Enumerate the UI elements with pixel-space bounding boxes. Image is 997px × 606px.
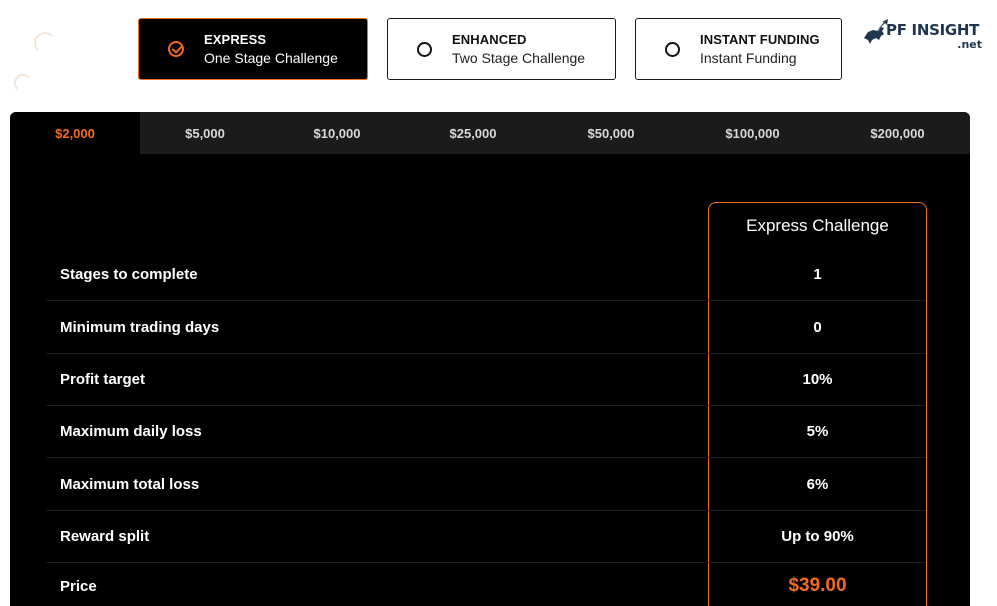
row-label: Stages to complete — [60, 266, 198, 283]
row-value: 6% — [806, 476, 829, 493]
row-label: Reward split — [60, 528, 150, 545]
table-row: Stages to complete 1 — [46, 249, 926, 301]
plan-express-card[interactable]: EXPRESS One Stage Challenge — [138, 18, 368, 80]
tab-200000[interactable]: $200,000 — [825, 112, 970, 154]
tab-50000[interactable]: $50,000 — [542, 112, 680, 154]
page: EXPRESS One Stage Challenge ENHANCED Two… — [0, 0, 997, 606]
table-row: Maximum daily loss 5% — [46, 406, 926, 458]
row-label: Maximum total loss — [60, 476, 200, 493]
account-size-tabs: $2,000 $5,000 $10,000 $25,000 $50,000 $1… — [10, 112, 970, 154]
column-title: Express Challenge — [746, 216, 889, 235]
plan-subtitle: Instant Funding — [700, 50, 797, 66]
pf-insight-logo: PF INSIGHT .net — [862, 18, 990, 52]
row-label: Price — [60, 577, 97, 595]
logo-domain-text: .net — [957, 38, 982, 51]
tab-100000[interactable]: $100,000 — [680, 112, 825, 154]
table-row: Reward split Up to 90% — [46, 511, 926, 563]
tab-2000[interactable]: $2,000 — [10, 112, 140, 154]
plan-instant-funding-card[interactable]: INSTANT FUNDING Instant Funding — [635, 18, 842, 80]
row-value: Up to 90% — [781, 528, 854, 545]
decorative-arc — [34, 32, 56, 54]
table-row-price: Price $39.00 — [46, 560, 926, 606]
logo-brand-text: PF INSIGHT — [886, 21, 980, 39]
table-row: Profit target 10% — [46, 354, 926, 406]
tab-10000[interactable]: $10,000 — [270, 112, 404, 154]
table-row: Minimum trading days 0 — [46, 302, 926, 354]
row-value: 10% — [802, 371, 833, 388]
price-value: $39.00 — [788, 575, 847, 596]
pricing-panel: $2,000 $5,000 $10,000 $25,000 $50,000 $1… — [10, 112, 970, 606]
row-label: Profit target — [60, 371, 146, 388]
tab-5000[interactable]: $5,000 — [140, 112, 270, 154]
table-row: Maximum total loss 6% — [46, 459, 926, 511]
decorative-arc — [14, 74, 32, 92]
plan-subtitle: One Stage Challenge — [204, 50, 338, 66]
plan-title: EXPRESS — [204, 32, 267, 47]
tab-25000[interactable]: $25,000 — [404, 112, 542, 154]
row-value: 5% — [806, 423, 829, 440]
plan-subtitle: Two Stage Challenge — [452, 50, 586, 66]
row-label: Maximum daily loss — [60, 423, 202, 440]
row-value: 1 — [813, 266, 822, 283]
plan-title: ENHANCED — [452, 32, 527, 47]
plan-enhanced-card[interactable]: ENHANCED Two Stage Challenge — [387, 18, 616, 80]
plan-title: INSTANT FUNDING — [700, 32, 820, 47]
radio-circle-icon — [665, 41, 680, 57]
row-label: Minimum trading days — [60, 319, 220, 336]
check-circle-icon — [168, 41, 184, 57]
radio-circle-icon — [417, 41, 432, 57]
row-value: 0 — [813, 319, 822, 336]
